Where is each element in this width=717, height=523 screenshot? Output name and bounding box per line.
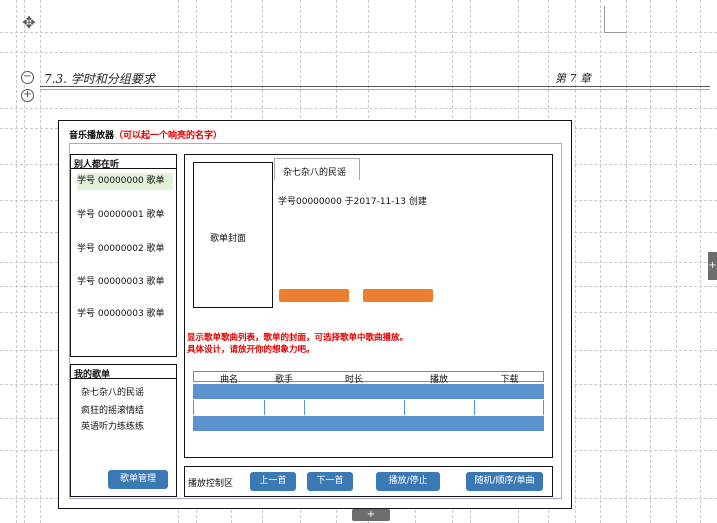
table-row[interactable] [193, 384, 544, 399]
collapse-icon[interactable]: − [21, 71, 34, 84]
manage-playlists-button[interactable]: 歌单管理 [108, 470, 168, 489]
chapter-label: 第 7 章 [555, 72, 591, 85]
app-title-note: （可以起一个响亮的名字） [114, 131, 223, 141]
page-corner-marker [604, 6, 627, 33]
app-name: 音乐播放器 [69, 131, 115, 141]
control-label: 播放控制区 [188, 479, 234, 489]
cover-box: 歌单封面 [193, 162, 273, 308]
header-rule-2 [40, 89, 710, 90]
header-rule [40, 86, 710, 87]
others-item[interactable]: 学号 00000003 歌单 [77, 274, 173, 291]
hint-text: 显示歌单歌曲列表，歌单的封面，可选择歌单中歌曲播放。 具体设计，请放开你的想象力… [187, 333, 409, 355]
action-button-1[interactable] [279, 289, 349, 302]
mine-item[interactable]: 英语听力练练练 [81, 419, 144, 432]
mine-item[interactable]: 杂七杂八的民谣 [81, 385, 144, 398]
expand-icon[interactable]: + [21, 89, 34, 102]
others-panel: 别人都在听 学号 00000000 歌单 学号 00000001 歌单 学号 0… [70, 154, 177, 357]
action-button-2[interactable] [363, 289, 433, 302]
side-expand-icon[interactable]: + [708, 252, 717, 280]
play-mode-button[interactable]: 随机/顺序/单曲 [466, 472, 543, 491]
created-info: 学号00000000 于2017-11-13 创建 [278, 197, 427, 207]
cover-label: 歌单封面 [210, 234, 247, 244]
control-panel: 播放控制区 上一首 下一首 播放/停止 随机/顺序/单曲 [184, 466, 553, 497]
table-header-row: 曲名 歌手 时长 播放 下载 [193, 371, 544, 385]
mine-item[interactable]: 疯狂的摇滚情结 [81, 403, 144, 416]
my-playlists-panel: 我的歌单 杂七杂八的民谣 疯狂的摇滚情结 英语听力练练练 歌单管理 [70, 364, 177, 497]
others-heading-rule [71, 168, 176, 169]
move-handle-icon[interactable]: ✥ [20, 14, 38, 32]
prev-button[interactable]: 上一首 [250, 472, 296, 491]
playlist-panel: 歌单封面 杂七杂八的民谣 学号00000000 于2017-11-13 创建 显… [184, 154, 553, 458]
others-item[interactable]: 学号 00000001 歌单 [77, 207, 173, 224]
table-row[interactable] [193, 400, 544, 415]
others-item[interactable]: 学号 00000003 歌单 [77, 306, 173, 323]
next-button[interactable]: 下一首 [307, 472, 353, 491]
bottom-add-icon[interactable]: + [352, 509, 390, 521]
others-item[interactable]: 学号 00000002 歌单 [77, 241, 173, 258]
song-table: 曲名 歌手 时长 播放 下载 [193, 371, 544, 431]
section-heading: 7.3. 学时和分组要求 [44, 72, 155, 86]
app-title: 音乐播放器（可以起一个响亮的名字） [69, 128, 222, 141]
play-stop-button[interactable]: 播放/停止 [376, 472, 440, 491]
playlist-tab[interactable]: 杂七杂八的民谣 [274, 158, 360, 180]
others-item[interactable]: 学号 00000000 歌单 [77, 173, 173, 190]
mine-heading-rule [71, 378, 176, 379]
table-row[interactable] [193, 416, 544, 431]
